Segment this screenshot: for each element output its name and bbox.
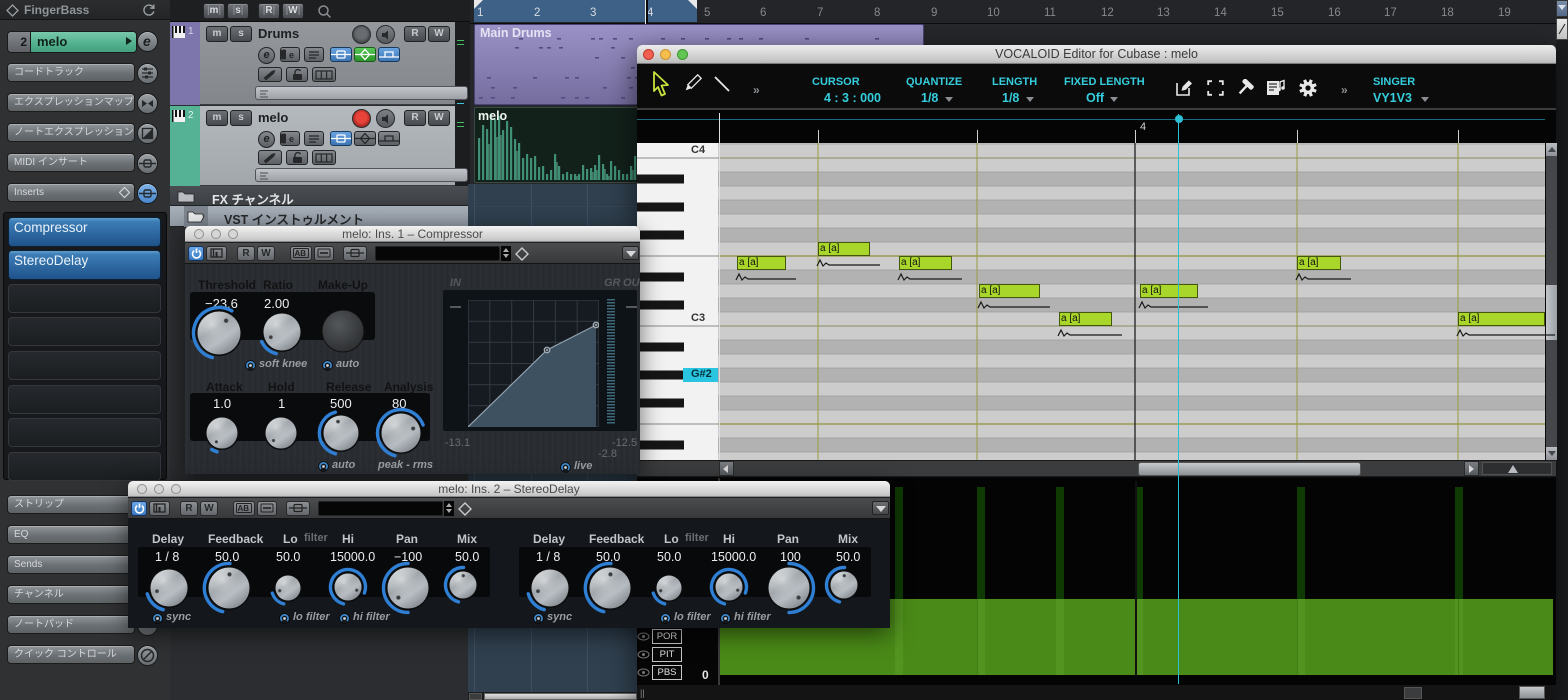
svg-text:AB: AB xyxy=(295,249,307,258)
svg-text:e: e xyxy=(289,134,294,144)
svg-text:e: e xyxy=(289,50,294,60)
svg-text:AB: AB xyxy=(238,504,250,513)
